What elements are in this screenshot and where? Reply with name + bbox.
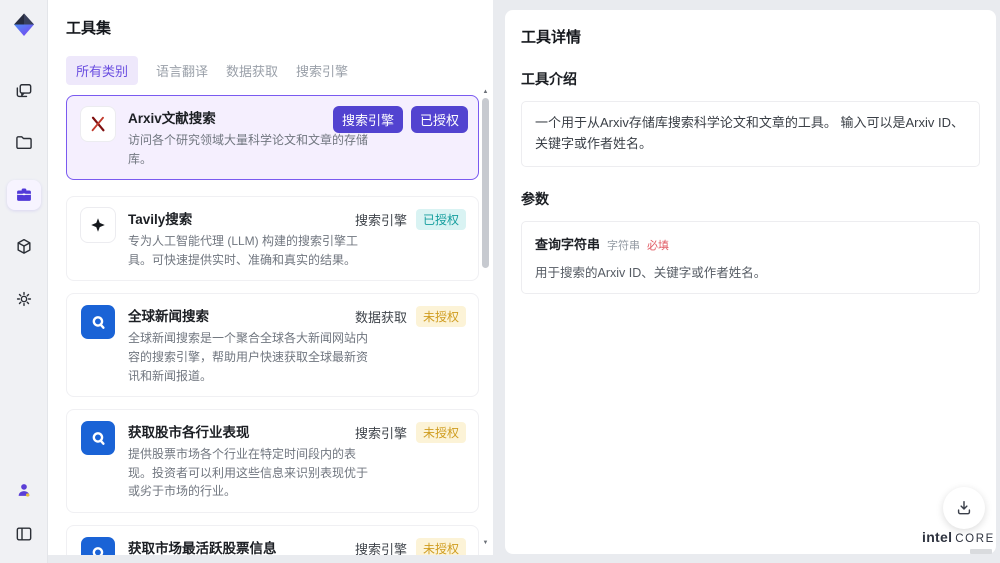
chat-icon (14, 81, 34, 101)
sidebar-item-files[interactable] (7, 128, 41, 158)
tab-search-engine[interactable]: 搜索引擎 (296, 56, 348, 85)
tool-details-panel: 工具详情 工具介绍 一个用于从Arxiv存储库搜索科学论文和文章的工具。 输入可… (505, 10, 996, 554)
category-label: 数据获取 (354, 310, 407, 326)
panel-toggle-icon (14, 524, 34, 544)
toolbox-icon (14, 185, 34, 205)
param-description: 用于搜索的Arxiv ID、关键字或作者姓名。 (535, 265, 767, 280)
tool-name: Tavily搜索 (128, 212, 193, 228)
tool-list-panel: 工具集 所有类别 语言翻译 数据获取 搜索引擎 Arxiv文献搜索 访问各个研究… (48, 0, 493, 555)
param-name: 查询字符串 (535, 236, 601, 252)
page-title: 工具集 (66, 20, 112, 37)
details-title: 工具详情 (521, 29, 582, 46)
sidebar-item-settings[interactable] (7, 284, 41, 314)
category-pill[interactable]: 搜索引擎 (332, 106, 403, 133)
tab-language-translation[interactable]: 语言翻译 (156, 56, 208, 85)
intro-heading: 工具介绍 (521, 71, 577, 87)
juhe-logo-icon (81, 536, 115, 555)
sidebar-item-toolbox[interactable] (6, 180, 41, 210)
list-scrollbar[interactable]: ▲ ▼ (481, 88, 490, 547)
tool-name: 全球新闻搜索 (128, 309, 209, 325)
tool-card-stock-sectors[interactable]: 获取股市各行业表现 提供股票市场各个行业在特定时间段内的表现。投资者可以利用这些… (66, 409, 479, 513)
tool-description: 提供股票市场各个行业在特定时间段内的表现。投资者可以利用这些信息来识别表现优于或… (128, 447, 369, 499)
tool-card-active-stocks[interactable]: 获取市场最活跃股票信息 提供当天交易量最高的股票列表，投资者可以利用这些信息来识… (66, 524, 479, 555)
sidebar (0, 0, 48, 563)
app-logo gem-icon (9, 10, 39, 40)
download-button[interactable] (943, 487, 985, 529)
tool-intro-box: 一个用于从Arxiv存储库搜索科学论文和文章的工具。 输入可以是Arxiv ID… (521, 101, 980, 167)
tool-description: 全球新闻搜索是一个聚合全球各大新闻网站内容的搜索引擎，帮助用户快速获取全球最新资… (128, 331, 369, 383)
param-type: 字符串 (607, 239, 641, 252)
category-label: 搜索引擎 (354, 541, 407, 555)
juhe-logo-icon (81, 421, 115, 456)
scroll-up-arrow[interactable]: ▲ (481, 88, 490, 96)
sidebar-item-plugins[interactable] (7, 232, 41, 262)
settings-gear-icon (14, 289, 34, 309)
parameter-box: 查询字符串 字符串 必填 用于搜索的Arxiv ID、关键字或作者姓名。 (521, 220, 980, 294)
download-icon (954, 498, 974, 518)
tool-name: 获取市场最活跃股票信息 (128, 540, 277, 555)
user-icon (14, 480, 34, 500)
tool-intro-text: 一个用于从Arxiv存储库搜索科学论文和文章的工具。 输入可以是Arxiv ID… (535, 115, 965, 151)
tab-data-fetch[interactable]: 数据获取 (226, 56, 278, 85)
status-badge-unauthorized: 未授权 (415, 422, 466, 444)
scroll-down-arrow[interactable]: ▼ (481, 539, 490, 547)
tool-description: 访问各个研究领域大量科学论文和文章的存储库。 (128, 133, 369, 166)
category-label: 搜索引擎 (354, 213, 407, 229)
category-label: 搜索引擎 (354, 426, 407, 442)
param-required-flag: 必填 (647, 239, 670, 252)
tool-card-tavily[interactable]: Tavily搜索 专为人工智能代理 (LLM) 构建的搜索引擎工具。可快速提供实… (66, 196, 479, 282)
tab-all-categories[interactable]: 所有类别 (66, 56, 139, 85)
tavily-logo-icon (81, 208, 115, 243)
arxiv-logo-icon (81, 107, 115, 141)
cube-icon (14, 237, 34, 257)
sidebar-item-account[interactable] (7, 475, 41, 505)
juhe-logo-icon (81, 305, 115, 340)
folder-icon (14, 133, 34, 153)
sidebar-item-panel-toggle[interactable] (7, 519, 41, 549)
core-wordmark: core (955, 533, 995, 545)
status-badge-unauthorized: 未授权 (415, 537, 466, 555)
sidebar-item-chat[interactable] (7, 76, 41, 106)
tool-card-arxiv[interactable]: Arxiv文献搜索 访问各个研究领域大量科学论文和文章的存储库。 搜索引擎 已授… (66, 95, 479, 181)
intel-logo-sub-mark (970, 549, 992, 554)
category-tabs: 所有类别 语言翻译 数据获取 搜索引擎 (66, 56, 493, 85)
tool-list: Arxiv文献搜索 访问各个研究领域大量科学论文和文章的存储库。 搜索引擎 已授… (66, 95, 479, 555)
intel-wordmark: intel (922, 529, 953, 545)
params-heading: 参数 (521, 190, 549, 207)
status-badge-unauthorized: 未授权 (415, 306, 466, 328)
status-badge-authorized: 已授权 (415, 209, 466, 231)
scrollbar-thumb[interactable] (482, 98, 489, 268)
intel-core-logo: intel core (922, 529, 995, 554)
authorized-pill[interactable]: 已授权 (410, 106, 468, 133)
tool-name: 获取股市各行业表现 (128, 425, 250, 441)
tool-description: 专为人工智能代理 (LLM) 构建的搜索引擎工具。可快速提供实时、准确和真实的结… (128, 234, 359, 267)
tool-card-global-news[interactable]: 全球新闻搜索 全球新闻搜索是一个聚合全球各大新闻网站内容的搜索引擎，帮助用户快速… (66, 293, 479, 398)
